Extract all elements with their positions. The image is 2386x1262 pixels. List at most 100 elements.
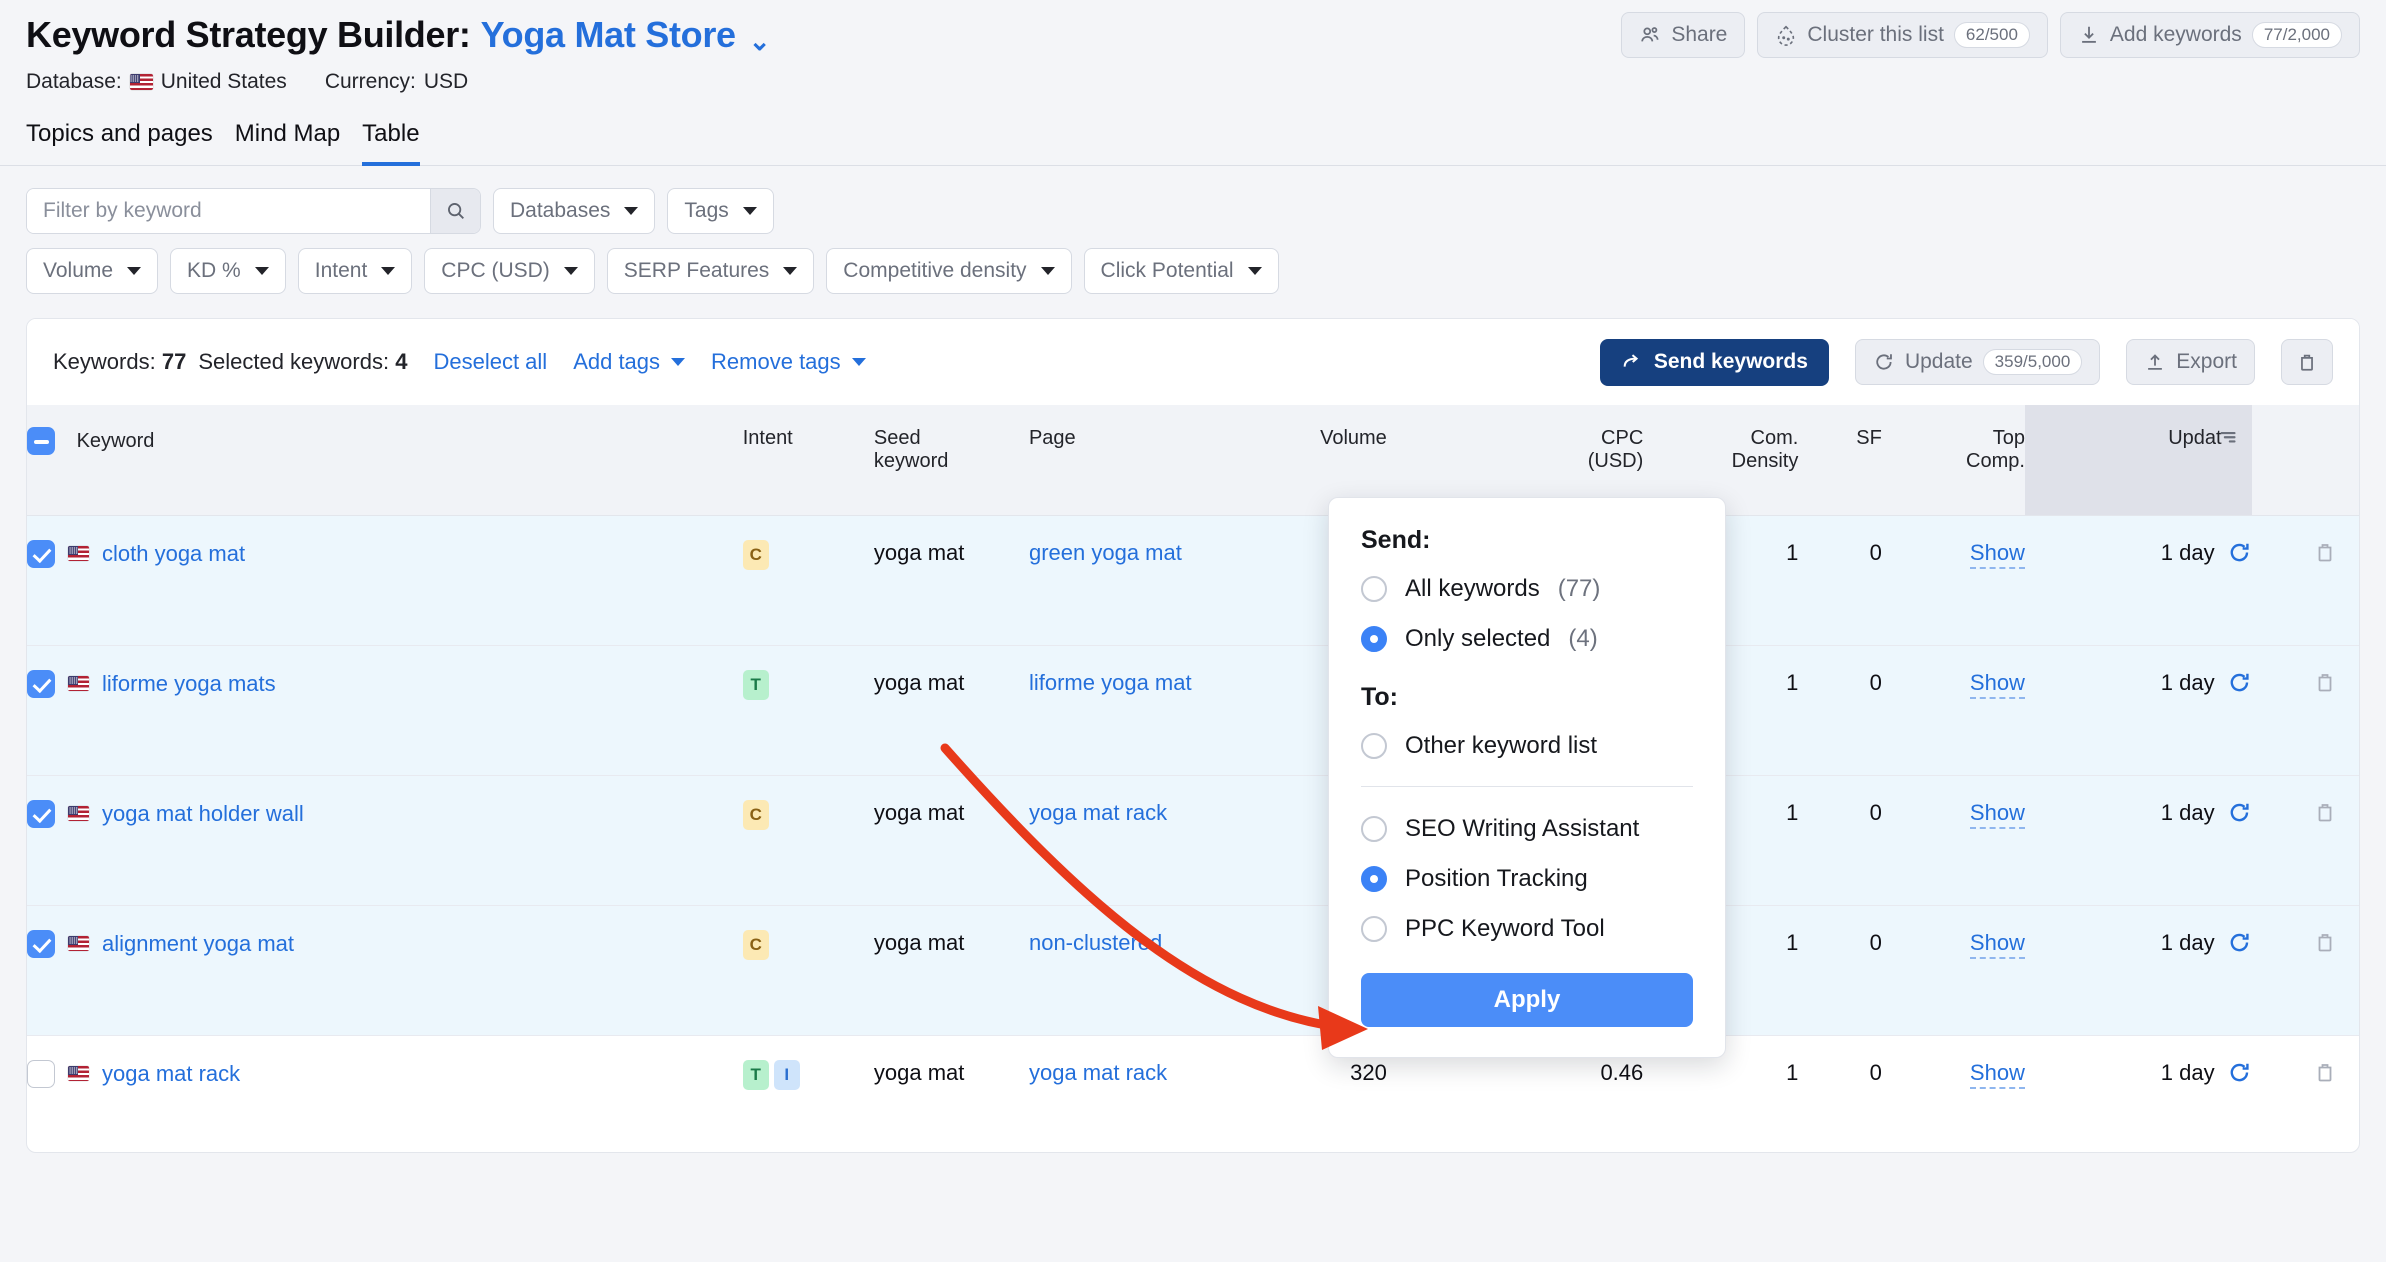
keywords-count: Keywords: 77 bbox=[53, 349, 186, 375]
keyword-link[interactable]: yoga mat holder wall bbox=[102, 801, 304, 827]
radio-all-keywords[interactable]: All keywords (77) bbox=[1361, 575, 1693, 603]
row-checkbox[interactable] bbox=[27, 669, 55, 698]
radio-position-tracking-label: Position Tracking bbox=[1405, 865, 1588, 892]
view-tabs: Topics and pages Mind Map Table bbox=[0, 120, 2386, 166]
trash-icon[interactable] bbox=[2313, 800, 2337, 824]
intent-badge-transactional[interactable]: T bbox=[742, 1059, 769, 1090]
cell-sf: 0 bbox=[1798, 645, 1882, 776]
trash-icon[interactable] bbox=[2313, 930, 2337, 954]
trash-icon[interactable] bbox=[2313, 540, 2337, 564]
cell-delete bbox=[2251, 905, 2359, 1036]
chevron-down-icon bbox=[742, 207, 757, 215]
show-top-competitors-link[interactable]: Show bbox=[1969, 539, 2025, 569]
keyword-link[interactable]: alignment yoga mat bbox=[102, 931, 294, 957]
intent-badge-informational[interactable]: I bbox=[773, 1059, 800, 1090]
cell-intent: T bbox=[742, 645, 874, 776]
cell-sf: 0 bbox=[1798, 515, 1882, 646]
page-link[interactable]: liforme yoga mat bbox=[1029, 670, 1192, 695]
radio-only-selected[interactable]: Only selected (4) bbox=[1361, 625, 1693, 653]
cell-intent: TI bbox=[742, 1035, 874, 1152]
page-link[interactable]: yoga mat rack bbox=[1029, 1060, 1167, 1085]
show-top-competitors-link[interactable]: Show bbox=[1969, 1059, 2025, 1089]
col-page[interactable]: Page bbox=[1028, 405, 1232, 516]
filter-intent[interactable]: Intent bbox=[297, 248, 413, 294]
keyword-link[interactable]: liforme yoga mats bbox=[102, 671, 276, 697]
send-keywords-button[interactable]: Send keywords bbox=[1599, 338, 1829, 386]
trash-icon[interactable] bbox=[2313, 670, 2337, 694]
trash-icon[interactable] bbox=[2313, 1060, 2337, 1084]
refresh-row-icon[interactable] bbox=[2227, 1060, 2252, 1085]
col-updated[interactable]: Updat bbox=[2024, 405, 2252, 516]
filter-kd-label: KD % bbox=[187, 259, 241, 282]
apply-button[interactable]: Apply bbox=[1361, 973, 1693, 1027]
filter-serp-features[interactable]: SERP Features bbox=[606, 248, 815, 294]
add-keywords-button[interactable]: Add keywords 77/2,000 bbox=[2059, 12, 2360, 58]
col-intent[interactable]: Intent bbox=[742, 405, 874, 516]
filter-click-potential[interactable]: Click Potential bbox=[1083, 248, 1279, 294]
intent-badge-commercial[interactable]: C bbox=[742, 539, 769, 570]
radio-other-keyword-list[interactable]: Other keyword list bbox=[1361, 732, 1693, 760]
tab-table[interactable]: Table bbox=[362, 120, 420, 166]
add-tags-button[interactable]: Add tags bbox=[573, 349, 686, 375]
refresh-row-icon[interactable] bbox=[2227, 540, 2252, 565]
remove-tags-button[interactable]: Remove tags bbox=[711, 349, 866, 375]
table-row[interactable]: yoga mat rack TI yoga mat yoga mat rack … bbox=[27, 1035, 2359, 1152]
database-value: United States bbox=[160, 70, 287, 93]
cell-updated: 1 day bbox=[2024, 645, 2252, 776]
search-input[interactable] bbox=[27, 189, 430, 233]
filter-cpc[interactable]: CPC (USD) bbox=[424, 248, 595, 294]
page-link[interactable]: yoga mat rack bbox=[1029, 800, 1167, 825]
tab-topics-and-pages[interactable]: Topics and pages bbox=[26, 120, 213, 166]
col-top-comp[interactable]: Top Comp. bbox=[1881, 405, 2025, 516]
col-com-density-label: Com. Density bbox=[1731, 427, 1799, 472]
export-button[interactable]: Export bbox=[2126, 339, 2255, 385]
keyword-link[interactable]: yoga mat rack bbox=[102, 1061, 240, 1087]
filter-volume[interactable]: Volume bbox=[26, 248, 159, 294]
radio-position-tracking[interactable]: Position Tracking bbox=[1361, 865, 1693, 893]
share-button[interactable]: Share bbox=[1621, 12, 1746, 58]
page-link[interactable]: non-clustered bbox=[1029, 930, 1162, 955]
intent-badge-transactional[interactable]: T bbox=[742, 669, 769, 700]
filter-tags[interactable]: Tags bbox=[667, 188, 774, 234]
selected-keywords-value: 4 bbox=[395, 349, 408, 374]
intent-badge-commercial[interactable]: C bbox=[742, 929, 769, 960]
us-flag-icon bbox=[68, 676, 89, 691]
intent-badge-commercial[interactable]: C bbox=[742, 799, 769, 830]
cell-delete bbox=[2251, 1035, 2359, 1152]
row-checkbox[interactable] bbox=[27, 539, 55, 568]
table-row[interactable]: cloth yoga mat C yoga mat green yoga mat… bbox=[27, 515, 2359, 646]
filter-competitive-density[interactable]: Competitive density bbox=[826, 248, 1072, 294]
row-checkbox[interactable] bbox=[27, 799, 55, 828]
col-sf[interactable]: SF bbox=[1798, 405, 1882, 516]
cell-seed-keyword: yoga mat bbox=[873, 515, 1029, 646]
show-top-competitors-link[interactable]: Show bbox=[1969, 929, 2025, 959]
col-seed-keyword[interactable]: Seed keyword bbox=[873, 405, 1029, 516]
us-flag-icon bbox=[68, 936, 89, 951]
show-top-competitors-link[interactable]: Show bbox=[1969, 799, 2025, 829]
search-button[interactable] bbox=[430, 189, 480, 233]
refresh-row-icon[interactable] bbox=[2227, 670, 2252, 695]
refresh-row-icon[interactable] bbox=[2227, 800, 2252, 825]
table-row[interactable]: liforme yoga mats T yoga mat liforme yog… bbox=[27, 645, 2359, 776]
delete-keywords-button[interactable] bbox=[2281, 339, 2333, 385]
radio-seo-writing-assistant[interactable]: SEO Writing Assistant bbox=[1361, 815, 1693, 843]
refresh-row-icon[interactable] bbox=[2227, 930, 2252, 955]
select-all-checkbox[interactable] bbox=[27, 427, 55, 455]
page-link[interactable]: green yoga mat bbox=[1029, 540, 1182, 565]
table-row[interactable]: yoga mat holder wall C yoga mat yoga mat… bbox=[27, 775, 2359, 906]
filter-kd[interactable]: KD % bbox=[170, 248, 286, 294]
keyword-link[interactable]: cloth yoga mat bbox=[102, 541, 245, 567]
row-checkbox[interactable] bbox=[27, 929, 55, 958]
deselect-all-button[interactable]: Deselect all bbox=[433, 349, 547, 375]
cluster-this-list-button[interactable]: Cluster this list 62/500 bbox=[1757, 12, 2048, 58]
row-checkbox[interactable] bbox=[27, 1059, 55, 1088]
radio-ppc-keyword-tool[interactable]: PPC Keyword Tool bbox=[1361, 915, 1693, 943]
filter-databases[interactable]: Databases bbox=[493, 188, 656, 234]
project-name[interactable]: Yoga Mat Store bbox=[481, 14, 736, 55]
update-button[interactable]: Update 359/5,000 bbox=[1854, 339, 2101, 385]
table-row[interactable]: alignment yoga mat C yoga mat non-cluste… bbox=[27, 905, 2359, 1036]
updated-value: 1 day bbox=[2160, 929, 2215, 955]
chevron-down-icon[interactable]: ⌄ bbox=[749, 28, 771, 54]
tab-mind-map[interactable]: Mind Map bbox=[235, 120, 340, 166]
show-top-competitors-link[interactable]: Show bbox=[1969, 669, 2025, 699]
